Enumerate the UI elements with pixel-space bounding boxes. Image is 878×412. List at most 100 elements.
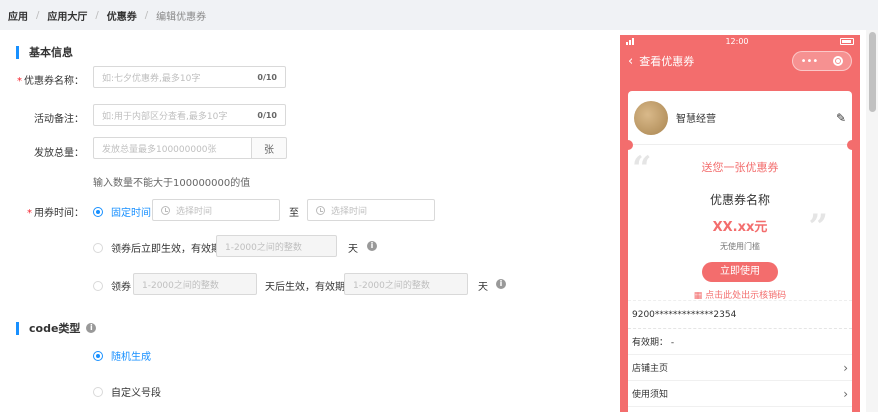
breadcrumb-item-app[interactable]: 应用 bbox=[8, 8, 28, 23]
close-quote-icon: ” bbox=[808, 207, 828, 247]
coupon-name-label-text: 优惠券名称： bbox=[24, 76, 84, 87]
form-panel: 基本信息 * 优惠券名称： 如:七夕优惠券,最多10字 0/10 活动备注： 如:… bbox=[0, 30, 866, 412]
breadcrumb: 应用 / 应用大厅 / 优惠券 / 编辑优惠券 bbox=[0, 0, 878, 30]
code-random-radio[interactable]: 随机生成 bbox=[93, 348, 151, 363]
required-mark: * bbox=[27, 208, 32, 219]
after-receive-radio[interactable]: 领券后立即生效，有效期 bbox=[93, 240, 221, 255]
remark-counter: 0/10 bbox=[257, 110, 277, 120]
mini-program-capsule[interactable]: ••• bbox=[792, 51, 852, 71]
back-arrow-icon[interactable]: ‹ bbox=[628, 54, 633, 69]
valid-days-placeholder: 1-2000之间的整数 bbox=[225, 242, 302, 253]
preview-coupon-name: 优惠券名称 bbox=[709, 193, 770, 207]
battery-icon bbox=[840, 37, 854, 45]
delay-days-input[interactable]: 1-2000之间的整数 bbox=[133, 273, 257, 295]
total-quantity-placeholder: 发放总量最多100000000张 bbox=[102, 144, 217, 155]
radio-dot bbox=[93, 206, 103, 217]
validity-row: 有效期： - bbox=[628, 329, 852, 355]
end-time-placeholder: 选择时间 bbox=[331, 206, 368, 217]
more-dots-icon[interactable]: ••• bbox=[801, 56, 819, 67]
radio-dot bbox=[93, 280, 103, 291]
info-icon[interactable]: i bbox=[367, 241, 377, 251]
use-now-button[interactable]: 立即使用 bbox=[702, 262, 778, 282]
valid-days-input[interactable]: 1-2000之间的整数 bbox=[216, 235, 337, 257]
shop-avatar bbox=[634, 100, 668, 135]
to-text: 至 bbox=[289, 208, 299, 219]
delayed-receive-radio[interactable]: 领券 bbox=[93, 278, 131, 293]
code-custom-label: 自定义号段 bbox=[111, 388, 161, 399]
receive-label: 领券 bbox=[111, 282, 131, 293]
usage-notes-row[interactable]: 使用须知 › bbox=[628, 381, 852, 407]
code-type-section-title: code类型 i bbox=[16, 320, 97, 336]
signal-icon bbox=[626, 37, 634, 45]
remark-label: 活动备注： bbox=[34, 114, 84, 125]
coupon-body: “ ” 送您一张优惠券 优惠券名称 XX.xx元 无使用门槛 立即使用 ▦ 点击… bbox=[628, 145, 852, 301]
phone-preview: 12:00 ‹ 查看优惠券 ••• 智慧经营 ✎ “ ” 送您一张优惠券 优惠券… bbox=[620, 35, 860, 412]
chevron-right-icon: › bbox=[843, 386, 848, 401]
usage-notes-label: 使用须知 bbox=[632, 390, 669, 400]
use-time-label: * 用券时间： bbox=[0, 204, 84, 219]
section-accent-bar bbox=[16, 45, 19, 59]
total-label: 发放总量： bbox=[34, 148, 84, 159]
shop-name: 智慧经营 bbox=[676, 114, 716, 125]
shop-row: 智慧经营 ✎ bbox=[628, 91, 852, 145]
breadcrumb-separator: / bbox=[36, 9, 40, 21]
phone-nav-bar: ‹ 查看优惠券 ••• bbox=[620, 47, 860, 75]
breadcrumb-item-coupon[interactable]: 优惠券 bbox=[107, 8, 137, 23]
phone-nav-title: 查看优惠券 bbox=[639, 55, 695, 68]
breadcrumb-separator: / bbox=[95, 9, 99, 21]
radio-dot bbox=[93, 386, 103, 397]
info-icon[interactable]: i bbox=[496, 279, 506, 289]
after-days-text: 天后生效，有效期 bbox=[265, 282, 345, 293]
delayed-valid-days-input[interactable]: 1-2000之间的整数 bbox=[344, 273, 468, 295]
end-time-picker[interactable]: 选择时间 bbox=[307, 199, 435, 221]
clock-icon bbox=[316, 205, 325, 215]
day-unit-2: 天 bbox=[478, 282, 488, 293]
radio-dot bbox=[93, 242, 103, 253]
section-accent-bar bbox=[16, 321, 19, 335]
fixed-time-radio[interactable]: 固定时间 bbox=[93, 204, 151, 219]
coupon-name-placeholder: 如:七夕优惠券,最多10字 bbox=[102, 73, 201, 84]
shop-home-label: 店铺主页 bbox=[632, 364, 669, 374]
edit-icon[interactable]: ✎ bbox=[836, 111, 846, 125]
remark-placeholder: 如:用于内部区分查看,最多10字 bbox=[102, 111, 228, 122]
use-time-label-text: 用券时间： bbox=[34, 208, 84, 219]
close-circle-icon[interactable] bbox=[833, 56, 844, 66]
start-time-picker[interactable]: 选择时间 bbox=[152, 199, 280, 221]
status-time: 12:00 bbox=[725, 36, 749, 46]
required-mark: * bbox=[17, 76, 22, 87]
coupon-code-row: 9200*************2354 bbox=[628, 301, 852, 329]
fixed-time-label: 固定时间 bbox=[111, 208, 151, 219]
code-random-label: 随机生成 bbox=[111, 352, 151, 363]
code-custom-radio[interactable]: 自定义号段 bbox=[93, 384, 161, 399]
breadcrumb-separator: / bbox=[144, 9, 149, 21]
show-code-link[interactable]: ▦ 点击此处出示核销码 bbox=[628, 288, 852, 301]
start-time-placeholder: 选择时间 bbox=[176, 206, 213, 217]
card-notch-left bbox=[623, 140, 633, 150]
coupon-name-counter: 0/10 bbox=[257, 72, 277, 82]
gift-text: 送您一张优惠券 bbox=[701, 161, 779, 174]
breadcrumb-item-app-hall[interactable]: 应用大厅 bbox=[47, 8, 87, 23]
total-quantity-hint: 输入数量不能大于100000000的值 bbox=[93, 178, 251, 189]
info-icon[interactable]: i bbox=[86, 323, 97, 333]
shop-home-row[interactable]: 店铺主页 › bbox=[628, 355, 852, 381]
total-unit-addon: 张 bbox=[251, 137, 287, 159]
remark-input[interactable]: 如:用于内部区分查看,最多10字 0/10 bbox=[93, 104, 286, 126]
coupon-card: 智慧经营 ✎ “ ” 送您一张优惠券 优惠券名称 XX.xx元 无使用门槛 立即… bbox=[628, 91, 852, 412]
page-scrollbar-thumb[interactable] bbox=[869, 32, 876, 112]
after-receive-label: 领券后立即生效，有效期 bbox=[111, 244, 221, 255]
open-quote-icon: “ bbox=[632, 149, 652, 189]
card-notch-right bbox=[847, 140, 857, 150]
code-type-title: code类型 bbox=[29, 322, 81, 335]
clock-icon bbox=[161, 205, 170, 215]
radio-dot bbox=[93, 350, 103, 361]
chevron-right-icon: › bbox=[843, 360, 848, 375]
basic-info-title: 基本信息 bbox=[29, 46, 73, 59]
breadcrumb-item-edit-coupon: 编辑优惠券 bbox=[156, 11, 207, 23]
coupon-name-input[interactable]: 如:七夕优惠券,最多10字 0/10 bbox=[93, 66, 286, 88]
qrcode-icon: ▦ bbox=[693, 291, 706, 301]
delayed-valid-days-placeholder: 1-2000之间的整数 bbox=[353, 280, 430, 291]
phone-status-bar: 12:00 bbox=[620, 35, 860, 47]
delay-days-placeholder: 1-2000之间的整数 bbox=[142, 280, 219, 291]
total-quantity-input[interactable]: 发放总量最多100000000张 bbox=[93, 137, 252, 159]
show-code-text: 点击此处出示核销码 bbox=[705, 291, 787, 301]
